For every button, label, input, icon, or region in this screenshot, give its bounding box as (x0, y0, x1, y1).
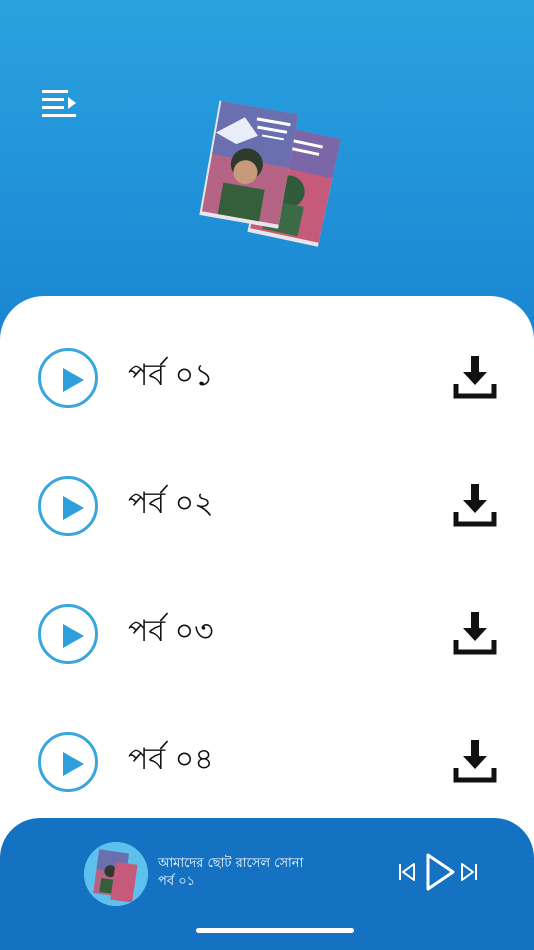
list-item[interactable]: পর্ব ০২ (0, 464, 534, 554)
download-icon (453, 740, 497, 783)
episode-label: পর্ব ০২ (128, 486, 214, 521)
play-icon (63, 496, 84, 520)
play-icon (63, 752, 84, 776)
play-button[interactable] (38, 604, 98, 664)
episode-label: পর্ব ০৩ (128, 614, 214, 649)
download-button[interactable] (452, 610, 498, 656)
play-icon (426, 853, 455, 891)
play-button[interactable] (38, 476, 98, 536)
play-button[interactable] (38, 348, 98, 408)
menu-icon[interactable] (40, 88, 78, 120)
skip-forward-icon (461, 863, 477, 881)
book-cover-image (196, 100, 346, 258)
list-item[interactable]: পর্ব ০১ (0, 336, 534, 426)
download-icon (453, 612, 497, 655)
episode-label: পর্ব ০১ (128, 358, 214, 393)
home-indicator (196, 928, 354, 933)
download-button[interactable] (452, 354, 498, 400)
download-button[interactable] (452, 738, 498, 784)
list-item[interactable]: পর্ব ০৪ (0, 720, 534, 810)
play-icon (63, 368, 84, 392)
download-icon (453, 484, 497, 527)
skip-back-icon (399, 863, 415, 881)
download-icon (453, 356, 497, 399)
play-pause-button[interactable] (424, 852, 456, 896)
episode-label: পর্ব ০৪ (128, 742, 214, 777)
player-track-subtitle: পর্ব ০১ (158, 874, 196, 889)
play-icon (63, 624, 84, 648)
play-button[interactable] (38, 732, 98, 792)
list-item[interactable]: পর্ব ০৩ (0, 592, 534, 682)
player-album-art (84, 842, 148, 906)
download-button[interactable] (452, 482, 498, 528)
next-button[interactable] (460, 862, 478, 886)
previous-button[interactable] (398, 862, 416, 886)
episode-list: পর্ব ০১ পর্ব ০২ পর্ব ০৩ পর্ব ০৪ (0, 296, 534, 896)
header (0, 0, 534, 320)
mini-player[interactable]: আমাদের ছোট রাসেল সোনা পর্ব ০১ (0, 818, 534, 950)
